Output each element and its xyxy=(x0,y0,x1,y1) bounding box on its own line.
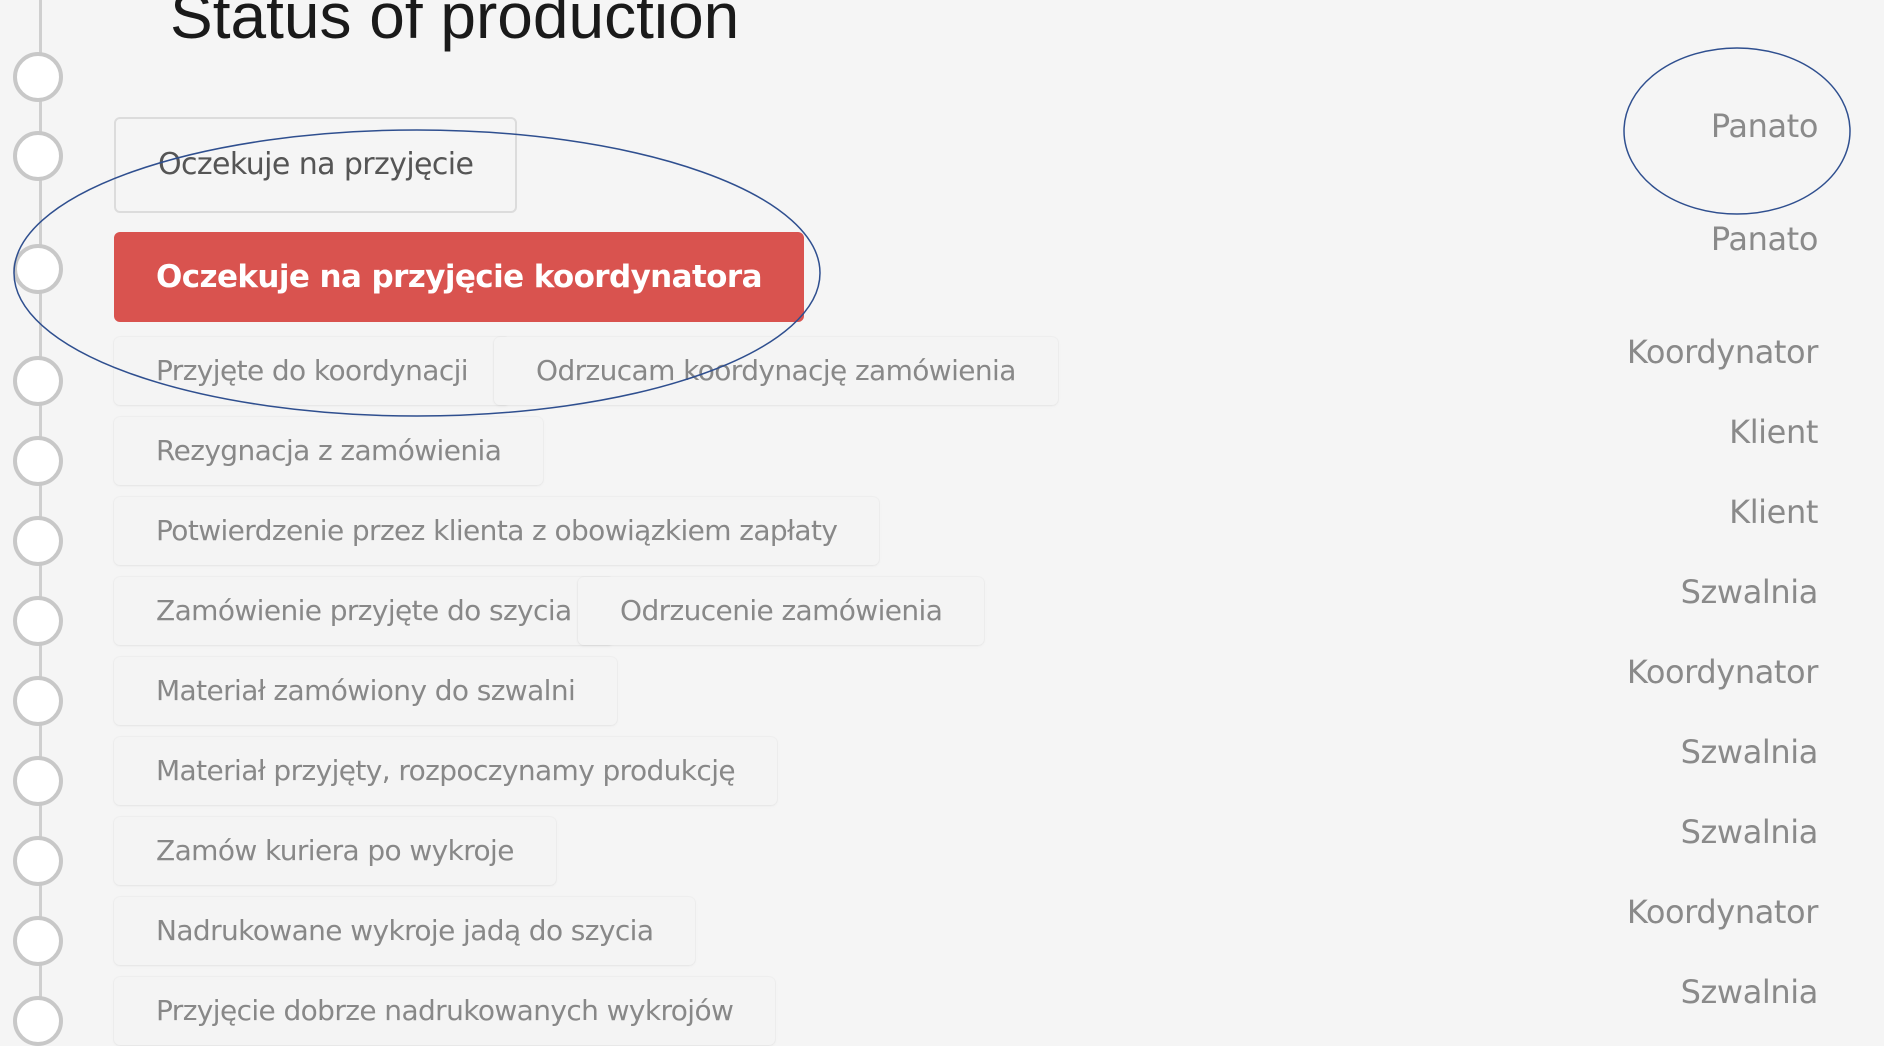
timeline-node xyxy=(13,916,63,966)
timeline-node xyxy=(13,836,63,886)
status-button-order-cancellation[interactable]: Rezygnacja z zamówienia xyxy=(114,417,544,485)
role-label: Szwalnia xyxy=(1680,813,1819,851)
timeline-node xyxy=(13,516,63,566)
status-button-accepted-for-coordination[interactable]: Przyjęte do koordynacji xyxy=(114,337,510,405)
status-button-patterns-shipping[interactable]: Nadrukowane wykroje jadą do szycia xyxy=(114,897,696,965)
status-button-awaiting-coordinator[interactable]: Oczekuje na przyjęcie koordynatora xyxy=(114,232,804,322)
status-button-client-confirmation[interactable]: Potwierdzenie przez klienta z obowiązkie… xyxy=(114,497,880,565)
role-label: Szwalnia xyxy=(1680,573,1819,611)
timeline-node xyxy=(13,756,63,806)
timeline-node xyxy=(13,436,63,486)
status-button-awaiting-acceptance[interactable]: Oczekuje na przyjęcie xyxy=(114,117,518,213)
timeline-node xyxy=(13,52,63,102)
role-label: Szwalnia xyxy=(1680,973,1819,1011)
timeline-node xyxy=(13,996,63,1046)
status-button-reject-coordination[interactable]: Odrzucam koordynację zamówienia xyxy=(494,337,1058,405)
role-label: Koordynator xyxy=(1626,333,1819,371)
role-label: Panato xyxy=(1710,107,1818,145)
page-title: Status of production xyxy=(170,0,740,52)
status-button-accepted-for-sewing[interactable]: Zamówienie przyjęte do szycia xyxy=(114,577,614,645)
timeline-node xyxy=(13,596,63,646)
role-label: Koordynator xyxy=(1626,653,1819,691)
timeline-node xyxy=(13,356,63,406)
status-button-order-rejection[interactable]: Odrzucenie zamówienia xyxy=(578,577,985,645)
role-label: Klient xyxy=(1729,413,1818,451)
role-label: Panato xyxy=(1710,220,1818,258)
status-button-order-courier[interactable]: Zamów kuriera po wykroje xyxy=(114,817,556,885)
role-label: Szwalnia xyxy=(1680,733,1819,771)
timeline-node xyxy=(13,244,63,294)
role-label: Klient xyxy=(1729,493,1818,531)
timeline-node xyxy=(13,131,63,181)
status-button-material-received[interactable]: Materiał przyjęty, rozpoczynamy produkcj… xyxy=(114,737,778,805)
timeline-node xyxy=(13,676,63,726)
role-label: Koordynator xyxy=(1626,893,1819,931)
status-button-material-ordered[interactable]: Materiał zamówiony do szwalni xyxy=(114,657,618,725)
status-button-patterns-received[interactable]: Przyjęcie dobrze nadrukowanych wykrojów xyxy=(114,977,776,1045)
